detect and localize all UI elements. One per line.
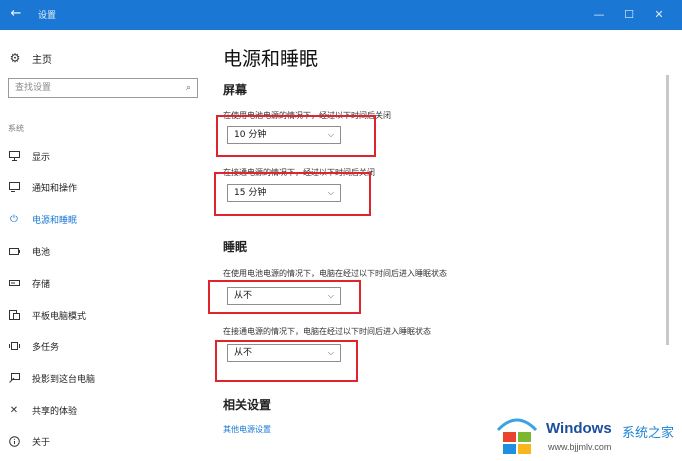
title-bar: ← 设置 — ☐ ✕ xyxy=(0,0,682,30)
search-placeholder: 查找设置 xyxy=(15,83,52,93)
watermark: Windows 系统之家 www.bjjmlv.com xyxy=(494,410,682,458)
close-button[interactable]: ✕ xyxy=(644,5,674,25)
highlight-box xyxy=(214,172,371,216)
sidebar-item-label: 通知和操作 xyxy=(32,183,78,194)
power-icon: ⏻ xyxy=(10,213,18,225)
sidebar: ⚙ 主页 查找设置 ⌕ 系统 显示 通知和操作 ⏻ 电源和睡眠 电池 存储 平板… xyxy=(0,30,210,461)
section-label: 系统 xyxy=(8,124,24,133)
vertical-scrollbar[interactable] xyxy=(666,75,669,345)
window-title: 设置 xyxy=(38,11,57,21)
sidebar-item-power-sleep[interactable]: ⏻ 电源和睡眠 xyxy=(8,209,203,229)
highlight-box xyxy=(216,115,376,157)
sleep-battery-desc: 在使用电池电源的情况下，电脑在经过以下时间后进入睡眠状态 xyxy=(223,269,447,278)
search-icon: ⌕ xyxy=(185,83,191,93)
sidebar-item-label: 电池 xyxy=(32,247,51,258)
highlight-box xyxy=(215,340,358,382)
sidebar-item-tablet-mode[interactable]: 平板电脑模式 xyxy=(8,305,203,325)
sidebar-item-label: 多任务 xyxy=(32,342,60,353)
other-power-settings-link[interactable]: 其他电源设置 xyxy=(223,424,271,435)
sidebar-item-notifications[interactable]: 通知和操作 xyxy=(8,177,203,197)
related-heading: 相关设置 xyxy=(223,398,272,412)
monitor-icon xyxy=(8,150,20,162)
project-icon xyxy=(8,372,20,384)
sidebar-item-label: 存储 xyxy=(32,279,51,290)
sidebar-item-multitasking[interactable]: 多任务 xyxy=(8,336,203,356)
info-icon xyxy=(8,435,20,447)
gear-icon: ⚙ xyxy=(9,51,21,65)
battery-icon xyxy=(8,245,20,257)
sidebar-item-label: 共享的体验 xyxy=(32,406,78,417)
sleep-plugged-desc: 在接通电源的情况下，电脑在经过以下时间后进入睡眠状态 xyxy=(223,327,431,336)
home-label: 主页 xyxy=(32,54,52,66)
watermark-url: www.bjjmlv.com xyxy=(548,442,612,452)
sidebar-item-shared-experiences[interactable]: ✕ 共享的体验 xyxy=(8,400,203,420)
back-arrow-icon[interactable]: ← xyxy=(8,6,24,22)
page-title: 电源和睡眠 xyxy=(223,48,319,70)
tablet-icon xyxy=(8,309,20,321)
sidebar-item-label: 平板电脑模式 xyxy=(32,311,87,322)
sidebar-item-battery[interactable]: 电池 xyxy=(8,241,203,261)
sleep-heading: 睡眠 xyxy=(223,240,248,254)
sidebar-item-display[interactable]: 显示 xyxy=(8,146,203,166)
minimize-button[interactable]: — xyxy=(584,5,614,25)
sidebar-item-label: 电源和睡眠 xyxy=(32,215,78,226)
sidebar-item-project[interactable]: 投影到这台电脑 xyxy=(8,368,203,388)
multitask-icon xyxy=(8,340,20,352)
sidebar-item-label: 关于 xyxy=(32,437,51,448)
sidebar-item-label: 投影到这台电脑 xyxy=(32,374,96,385)
maximize-button[interactable]: ☐ xyxy=(614,5,644,25)
main-content: 电源和睡眠 屏幕 在使用电池电源的情况下，经过以下时间后关闭 10 分钟 ⌵ 在… xyxy=(208,30,682,461)
storage-icon xyxy=(8,277,20,289)
screen-heading: 屏幕 xyxy=(223,83,248,97)
sidebar-item-about[interactable]: 关于 xyxy=(8,431,203,451)
windows-logo-icon xyxy=(496,418,538,454)
highlight-box xyxy=(208,280,361,314)
watermark-site-name: 系统之家 xyxy=(622,426,675,441)
sidebar-item-label: 显示 xyxy=(32,152,51,163)
watermark-brand: Windows xyxy=(546,420,612,437)
sidebar-home[interactable]: ⚙ 主页 xyxy=(8,48,52,68)
sidebar-item-storage[interactable]: 存储 xyxy=(8,273,203,293)
shared-icon: ✕ xyxy=(9,404,19,416)
search-input[interactable]: 查找设置 ⌕ xyxy=(8,78,198,98)
notification-icon xyxy=(8,181,20,193)
